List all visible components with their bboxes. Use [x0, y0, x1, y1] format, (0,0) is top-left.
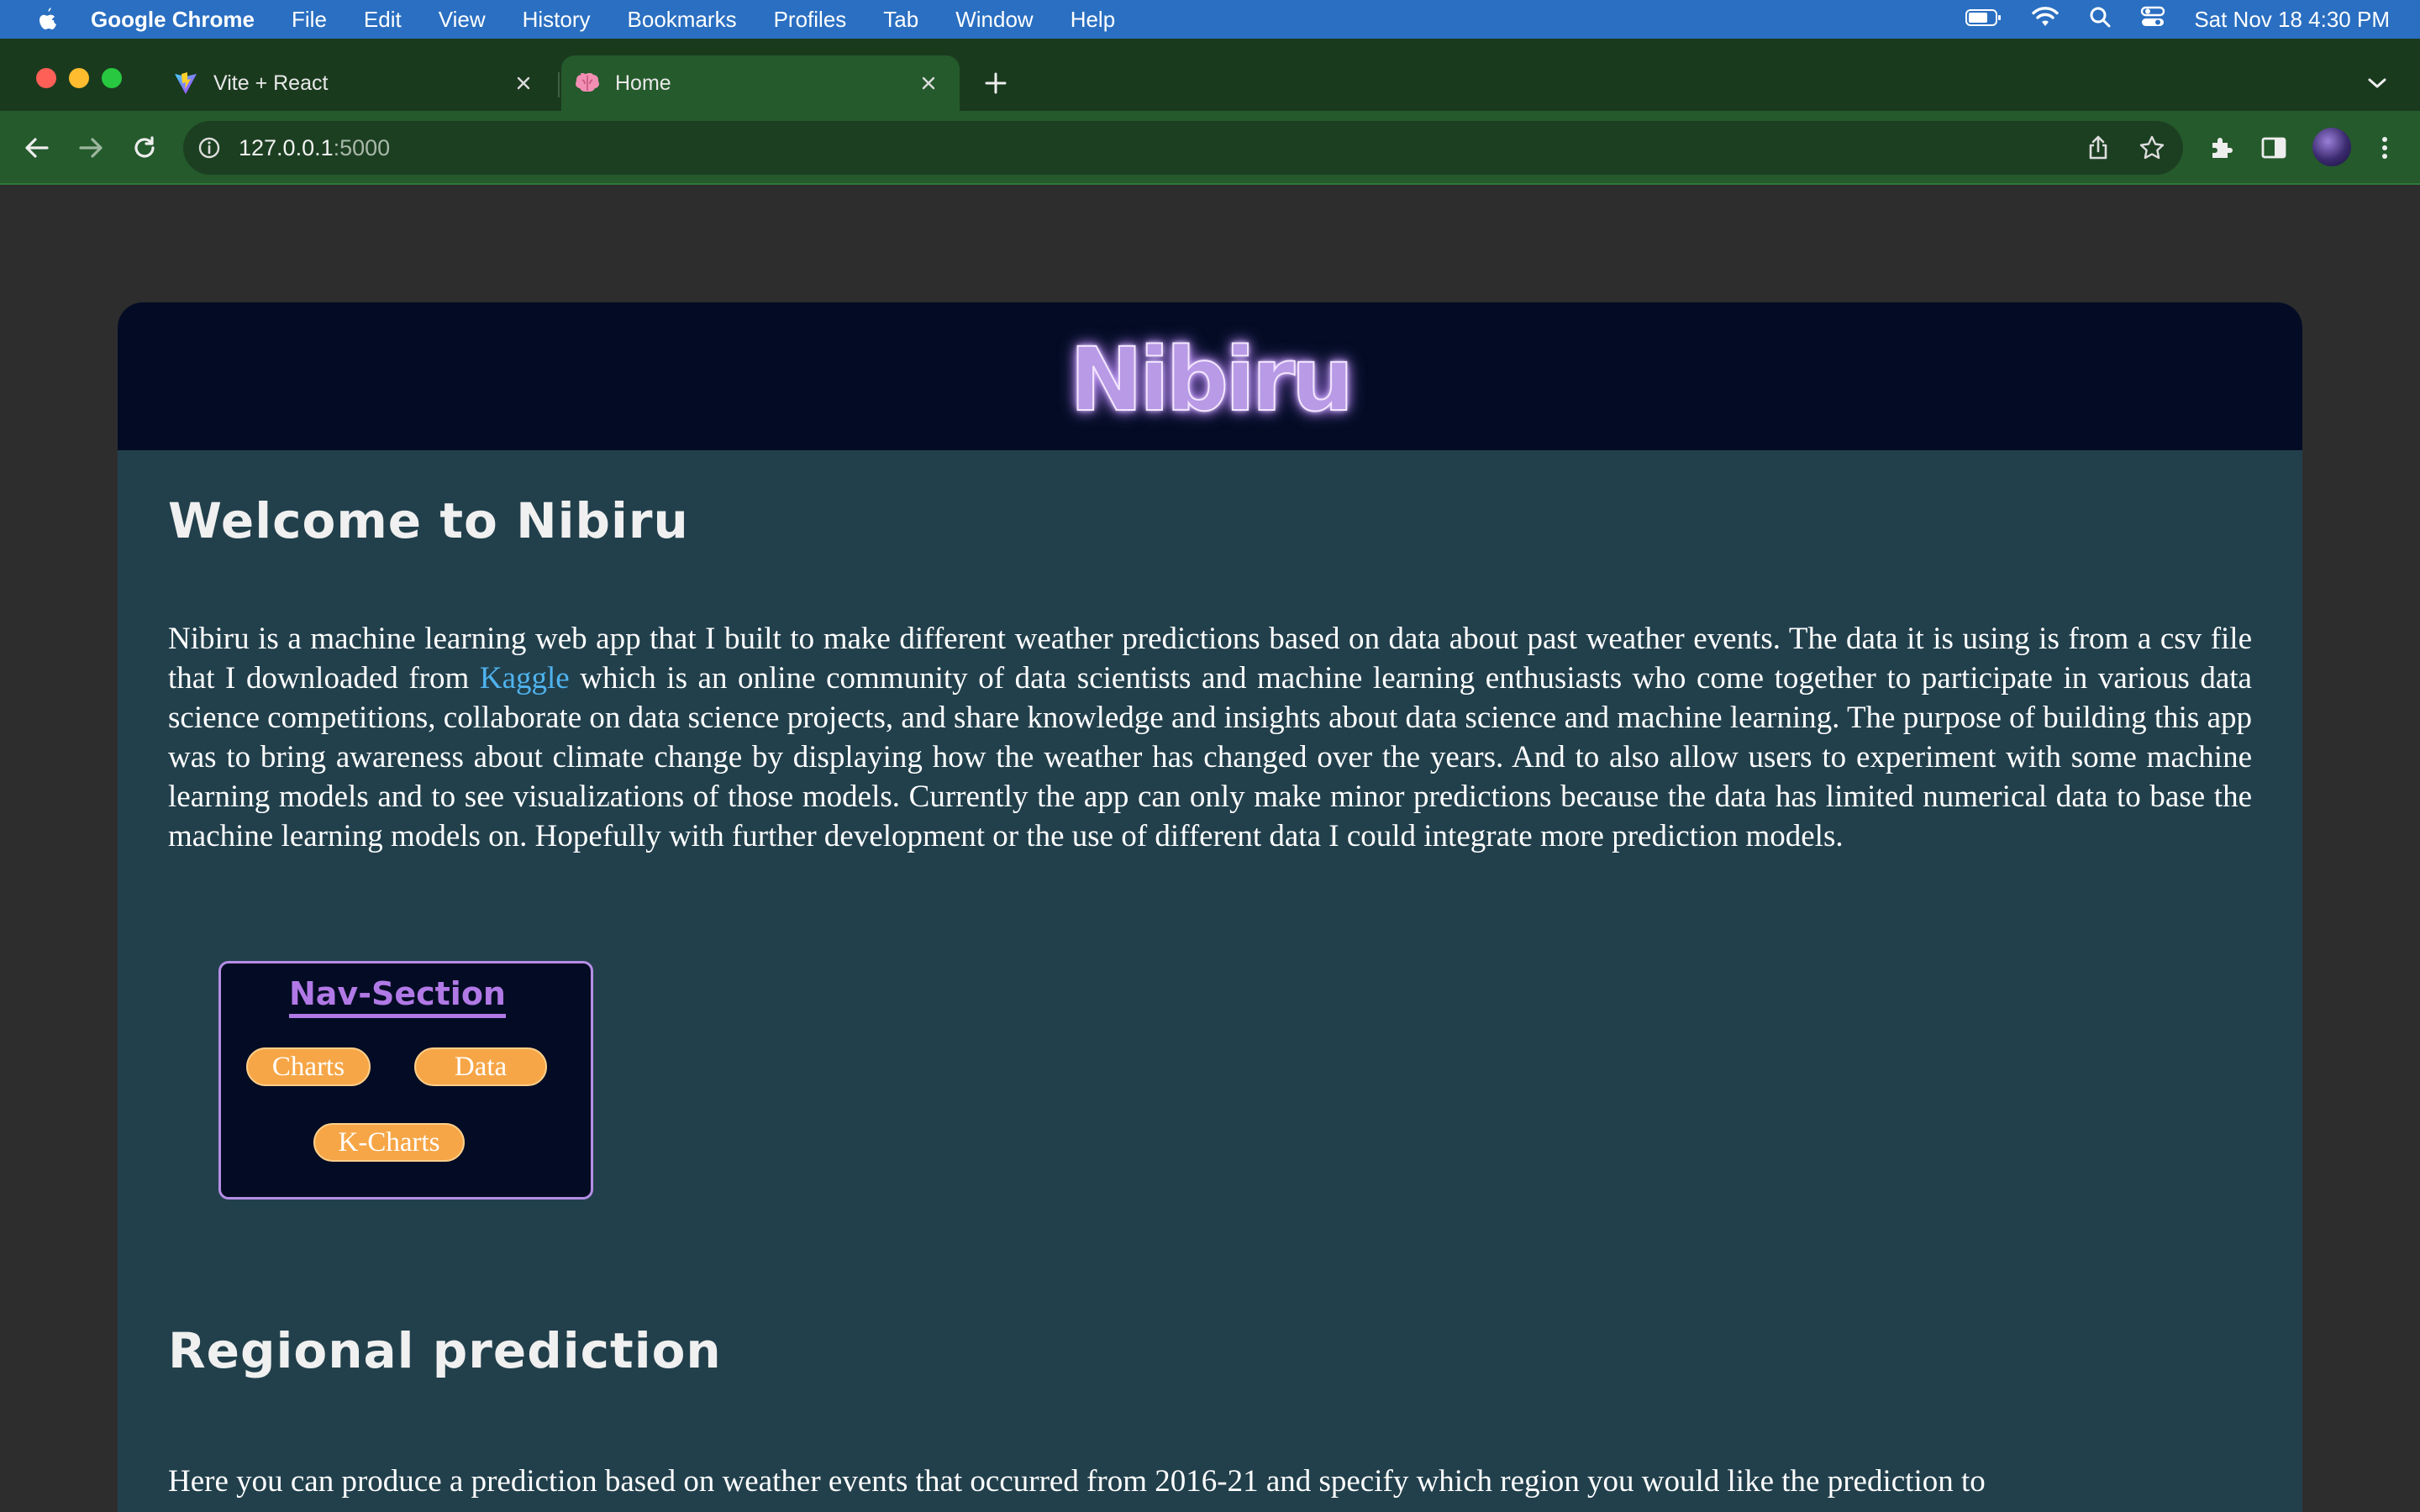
- url-host: 127.0.0.1: [239, 134, 334, 160]
- macos-menu-bar: Google Chrome File Edit View History Boo…: [0, 0, 2420, 39]
- regional-prediction-heading: Regional prediction: [168, 1322, 722, 1379]
- menu-window[interactable]: Window: [955, 7, 1033, 33]
- back-arrow-icon[interactable]: [20, 131, 54, 165]
- menu-file[interactable]: File: [292, 7, 327, 33]
- tab-home[interactable]: Home: [561, 55, 960, 111]
- welcome-heading: Welcome to Nibiru: [168, 492, 689, 549]
- apple-logo-icon[interactable]: [34, 5, 59, 34]
- k-charts-button[interactable]: K-Charts: [313, 1123, 465, 1162]
- control-center-icon[interactable]: [2140, 6, 2165, 34]
- site-header: Nibiru: [118, 302, 2302, 450]
- regional-paragraph: Here you can produce a prediction based …: [168, 1464, 1986, 1499]
- address-url[interactable]: 127.0.0.1:5000: [239, 135, 390, 161]
- menu-view[interactable]: View: [439, 7, 486, 33]
- charts-button[interactable]: Charts: [246, 1047, 371, 1086]
- kaggle-link[interactable]: Kaggle: [480, 661, 570, 696]
- tab-title: Home: [615, 71, 671, 95]
- menu-bookmarks[interactable]: Bookmarks: [628, 7, 737, 33]
- menu-help[interactable]: Help: [1071, 7, 1115, 33]
- browser-toolbar: 127.0.0.1:5000: [0, 111, 2420, 185]
- profile-avatar[interactable]: [2312, 128, 2351, 166]
- menu-history[interactable]: History: [523, 7, 591, 33]
- menu-profiles[interactable]: Profiles: [774, 7, 847, 33]
- tab-title: Vite + React: [213, 71, 329, 95]
- battery-icon[interactable]: [1965, 7, 2002, 33]
- close-tab-icon[interactable]: [916, 71, 941, 96]
- spotlight-search-icon[interactable]: [2088, 5, 2112, 34]
- more-menu-icon[interactable]: [2368, 131, 2402, 165]
- minimize-window-button[interactable]: [69, 68, 89, 88]
- menu-app-name[interactable]: Google Chrome: [91, 7, 255, 33]
- extensions-puzzle-icon[interactable]: [2205, 131, 2238, 165]
- page-viewport: Nibiru Welcome to Nibiru Nibiru is a mac…: [0, 185, 2420, 1512]
- menu-edit[interactable]: Edit: [364, 7, 402, 33]
- main-card: Nibiru Welcome to Nibiru Nibiru is a mac…: [118, 302, 2302, 1512]
- tab-search-chevron-icon[interactable]: [2365, 71, 2390, 96]
- tab-separator: [558, 72, 560, 97]
- site-logo: Nibiru: [1069, 328, 1355, 432]
- menubar-clock[interactable]: Sat Nov 18 4:30 PM: [2194, 7, 2390, 33]
- intro-paragraph: Nibiru is a machine learning web app tha…: [168, 619, 2252, 856]
- site-info-icon[interactable]: [197, 135, 222, 160]
- address-bar[interactable]: 127.0.0.1:5000: [183, 121, 2183, 175]
- menu-tab[interactable]: Tab: [883, 7, 918, 33]
- nav-section-title: Nav-Section: [221, 975, 574, 1018]
- brain-icon: [575, 71, 600, 96]
- url-port: :5000: [333, 134, 391, 160]
- bookmark-star-icon[interactable]: [2138, 134, 2166, 162]
- forward-arrow-icon[interactable]: [74, 131, 108, 165]
- status-area: Sat Nov 18 4:30 PM: [1965, 0, 2390, 39]
- data-button[interactable]: Data: [414, 1047, 547, 1086]
- share-icon[interactable]: [2084, 134, 2112, 162]
- side-panel-icon[interactable]: [2257, 131, 2291, 165]
- tab-vite-react[interactable]: Vite + React: [160, 55, 555, 111]
- close-tab-icon[interactable]: [511, 71, 536, 96]
- browser-tab-strip: Vite + React Home: [0, 39, 2420, 111]
- reload-icon[interactable]: [128, 131, 161, 165]
- close-window-button[interactable]: [36, 68, 56, 88]
- vite-icon: [173, 71, 198, 96]
- nav-section-title-text: Nav-Section: [288, 975, 506, 1018]
- nav-section: Nav-Section Charts Data K-Charts: [218, 961, 593, 1200]
- fullscreen-window-button[interactable]: [102, 68, 122, 88]
- new-tab-plus-icon[interactable]: [981, 69, 1010, 97]
- wifi-icon[interactable]: [2031, 6, 2060, 34]
